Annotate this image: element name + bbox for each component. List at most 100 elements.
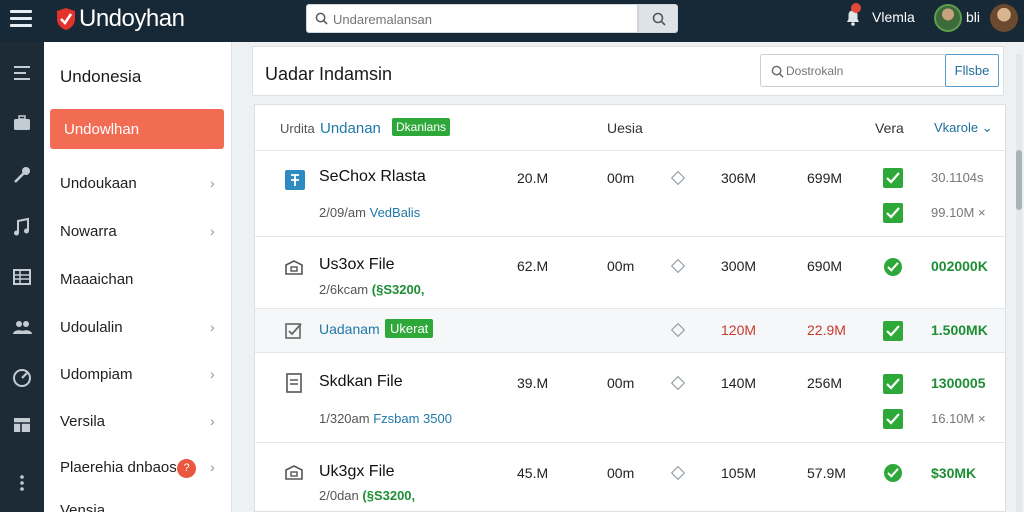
chevron-right-icon: › xyxy=(210,413,215,429)
value-2: 699M xyxy=(807,170,843,186)
close-icon[interactable]: × xyxy=(978,411,986,426)
end-value: 16.10M × xyxy=(931,411,986,426)
table-row[interactable]: Uadanam Ukerat 120M 22.9M 1.500MK xyxy=(255,308,1005,352)
search-icon xyxy=(315,12,328,25)
notification-badge xyxy=(851,3,861,13)
column-dropdown[interactable]: Vkarole ⌄ xyxy=(934,120,993,136)
table-row[interactable]: Us3ox File 2/6kcam (§S3200, 62.M 00m 300… xyxy=(255,236,1005,308)
shield-logo-icon xyxy=(57,8,75,30)
row-checkbox[interactable] xyxy=(883,321,903,341)
column-header: Urdita xyxy=(280,121,315,136)
users-icon[interactable] xyxy=(11,316,33,338)
sidebar-item-3[interactable]: Maaaichan xyxy=(60,271,224,291)
search-icon xyxy=(771,65,784,78)
scrollbar-track[interactable] xyxy=(1016,54,1022,512)
check-icon xyxy=(886,172,900,184)
table-icon[interactable] xyxy=(11,266,33,288)
main-content: Uadar Indamsin Fllsbe Urdita Undanan Dka… xyxy=(232,42,1024,512)
chevron-right-icon: › xyxy=(210,223,215,239)
file-time: 00m xyxy=(607,170,635,186)
file-date: 2/6kcam xyxy=(319,282,369,297)
sync-diamond-icon xyxy=(670,465,686,481)
filter-button[interactable]: Fllsbe xyxy=(945,54,999,87)
check-icon xyxy=(886,413,900,425)
top-bar: Undoyhan Vlemla bli xyxy=(0,0,1024,42)
avatar[interactable] xyxy=(934,4,962,32)
row-checkbox[interactable] xyxy=(883,203,903,223)
value-2: 22.9M xyxy=(807,322,846,338)
value-1: 300M xyxy=(721,258,757,274)
global-search-input[interactable] xyxy=(333,10,623,28)
file-size: 45.M xyxy=(517,465,549,481)
sidebar-item-2[interactable]: Nowarra › xyxy=(60,223,224,243)
page-header: Uadar Indamsin Fllsbe xyxy=(252,46,1004,96)
sidebar-item-4[interactable]: Udoulalin › xyxy=(60,319,224,339)
avatar[interactable] xyxy=(990,4,1018,32)
scrollbar-thumb[interactable] xyxy=(1016,150,1022,210)
music-note-icon[interactable] xyxy=(11,216,33,238)
edit-checkbox-icon xyxy=(285,323,302,339)
status-tag: Ukerat xyxy=(385,319,434,338)
value-2: 57.9M xyxy=(807,465,846,481)
column-header-link[interactable]: Undanan xyxy=(320,120,381,137)
column-header[interactable]: Vera xyxy=(875,120,904,136)
file-owner[interactable]: VedBalis xyxy=(370,205,421,220)
filter-field[interactable] xyxy=(760,54,947,87)
file-owner[interactable]: Fzsbam 3500 xyxy=(373,411,452,426)
value-1: 306M xyxy=(721,170,757,186)
row-checkbox[interactable] xyxy=(883,374,903,394)
sidebar-title: Undonesia xyxy=(60,67,142,86)
user-name[interactable]: Vlemla xyxy=(872,9,915,25)
column-header[interactable]: Uesia xyxy=(607,120,643,136)
package-icon xyxy=(285,260,303,275)
sidebar-item-label: Maaaichan xyxy=(60,271,134,288)
layout-icon[interactable] xyxy=(11,414,33,436)
sidebar-item-5[interactable]: Udompiam › xyxy=(60,366,224,386)
close-icon[interactable]: × xyxy=(978,205,986,220)
table-row[interactable]: SeChox Rlasta 2/09/am VedBalis 20.M 00m … xyxy=(255,150,1005,236)
column-header-tag: Dkanlans xyxy=(392,118,451,136)
gauge-icon[interactable] xyxy=(11,366,33,388)
value-2: 256M xyxy=(807,375,843,391)
value-1: 140M xyxy=(721,375,757,391)
column-dropdown-label: Vkarole xyxy=(934,120,979,135)
list-icon[interactable] xyxy=(11,62,33,84)
file-name[interactable]: Skdkan File xyxy=(319,373,403,391)
chevron-right-icon: › xyxy=(210,175,215,191)
wrench-icon[interactable] xyxy=(11,164,33,186)
icon-rail xyxy=(0,42,44,512)
file-name[interactable]: Uk3gx File xyxy=(319,463,395,481)
chevron-down-icon: ⌄ xyxy=(981,120,993,135)
row-checkbox[interactable] xyxy=(883,168,903,188)
filter-input[interactable] xyxy=(786,63,941,79)
search-button[interactable] xyxy=(638,4,678,33)
table-row[interactable]: Uk3gx File 2/0dan (§S3200, 45.M 00m 105M… xyxy=(255,442,1005,512)
file-size: 20.M xyxy=(517,170,549,186)
file-meta: 2/0dan (§S3200, xyxy=(319,488,415,503)
table-row[interactable]: Skdkan File 1/320am Fzsbam 3500 39.M 00m… xyxy=(255,352,1005,442)
check-icon xyxy=(886,378,900,390)
sync-diamond-icon xyxy=(670,322,686,338)
file-name[interactable]: SeChox Rlasta xyxy=(319,168,426,186)
file-name[interactable]: Uadanam xyxy=(319,321,380,337)
file-size: 39.M xyxy=(517,375,549,391)
end-value: 99.10M × xyxy=(931,205,986,220)
file-table: Urdita Undanan Dkanlans Uesia Vera Vkaro… xyxy=(254,104,1006,512)
more-vertical-icon[interactable] xyxy=(11,472,33,494)
app-title: Undoyhan xyxy=(79,5,185,32)
sidebar-item-label: Versila xyxy=(60,413,106,430)
global-search[interactable] xyxy=(306,4,638,33)
sidebar-item-8[interactable]: Vensia xyxy=(60,502,224,512)
sidebar-item-active[interactable]: Undowlhan xyxy=(50,109,224,149)
briefcase-icon[interactable] xyxy=(11,112,33,134)
sidebar-item-1[interactable]: Undoukaan › xyxy=(60,175,224,195)
row-checkbox[interactable] xyxy=(883,409,903,429)
user-short-name[interactable]: bli xyxy=(966,9,980,25)
sidebar-item-7[interactable]: Plaerehia dnbaos? › xyxy=(60,459,224,479)
file-meta: 2/09/am VedBalis xyxy=(319,205,420,220)
status-ok-icon xyxy=(884,464,902,482)
value-2: 690M xyxy=(807,258,843,274)
file-name[interactable]: Us3ox File xyxy=(319,256,395,274)
sidebar-item-6[interactable]: Versila › xyxy=(60,413,224,433)
menu-icon[interactable] xyxy=(10,10,32,30)
